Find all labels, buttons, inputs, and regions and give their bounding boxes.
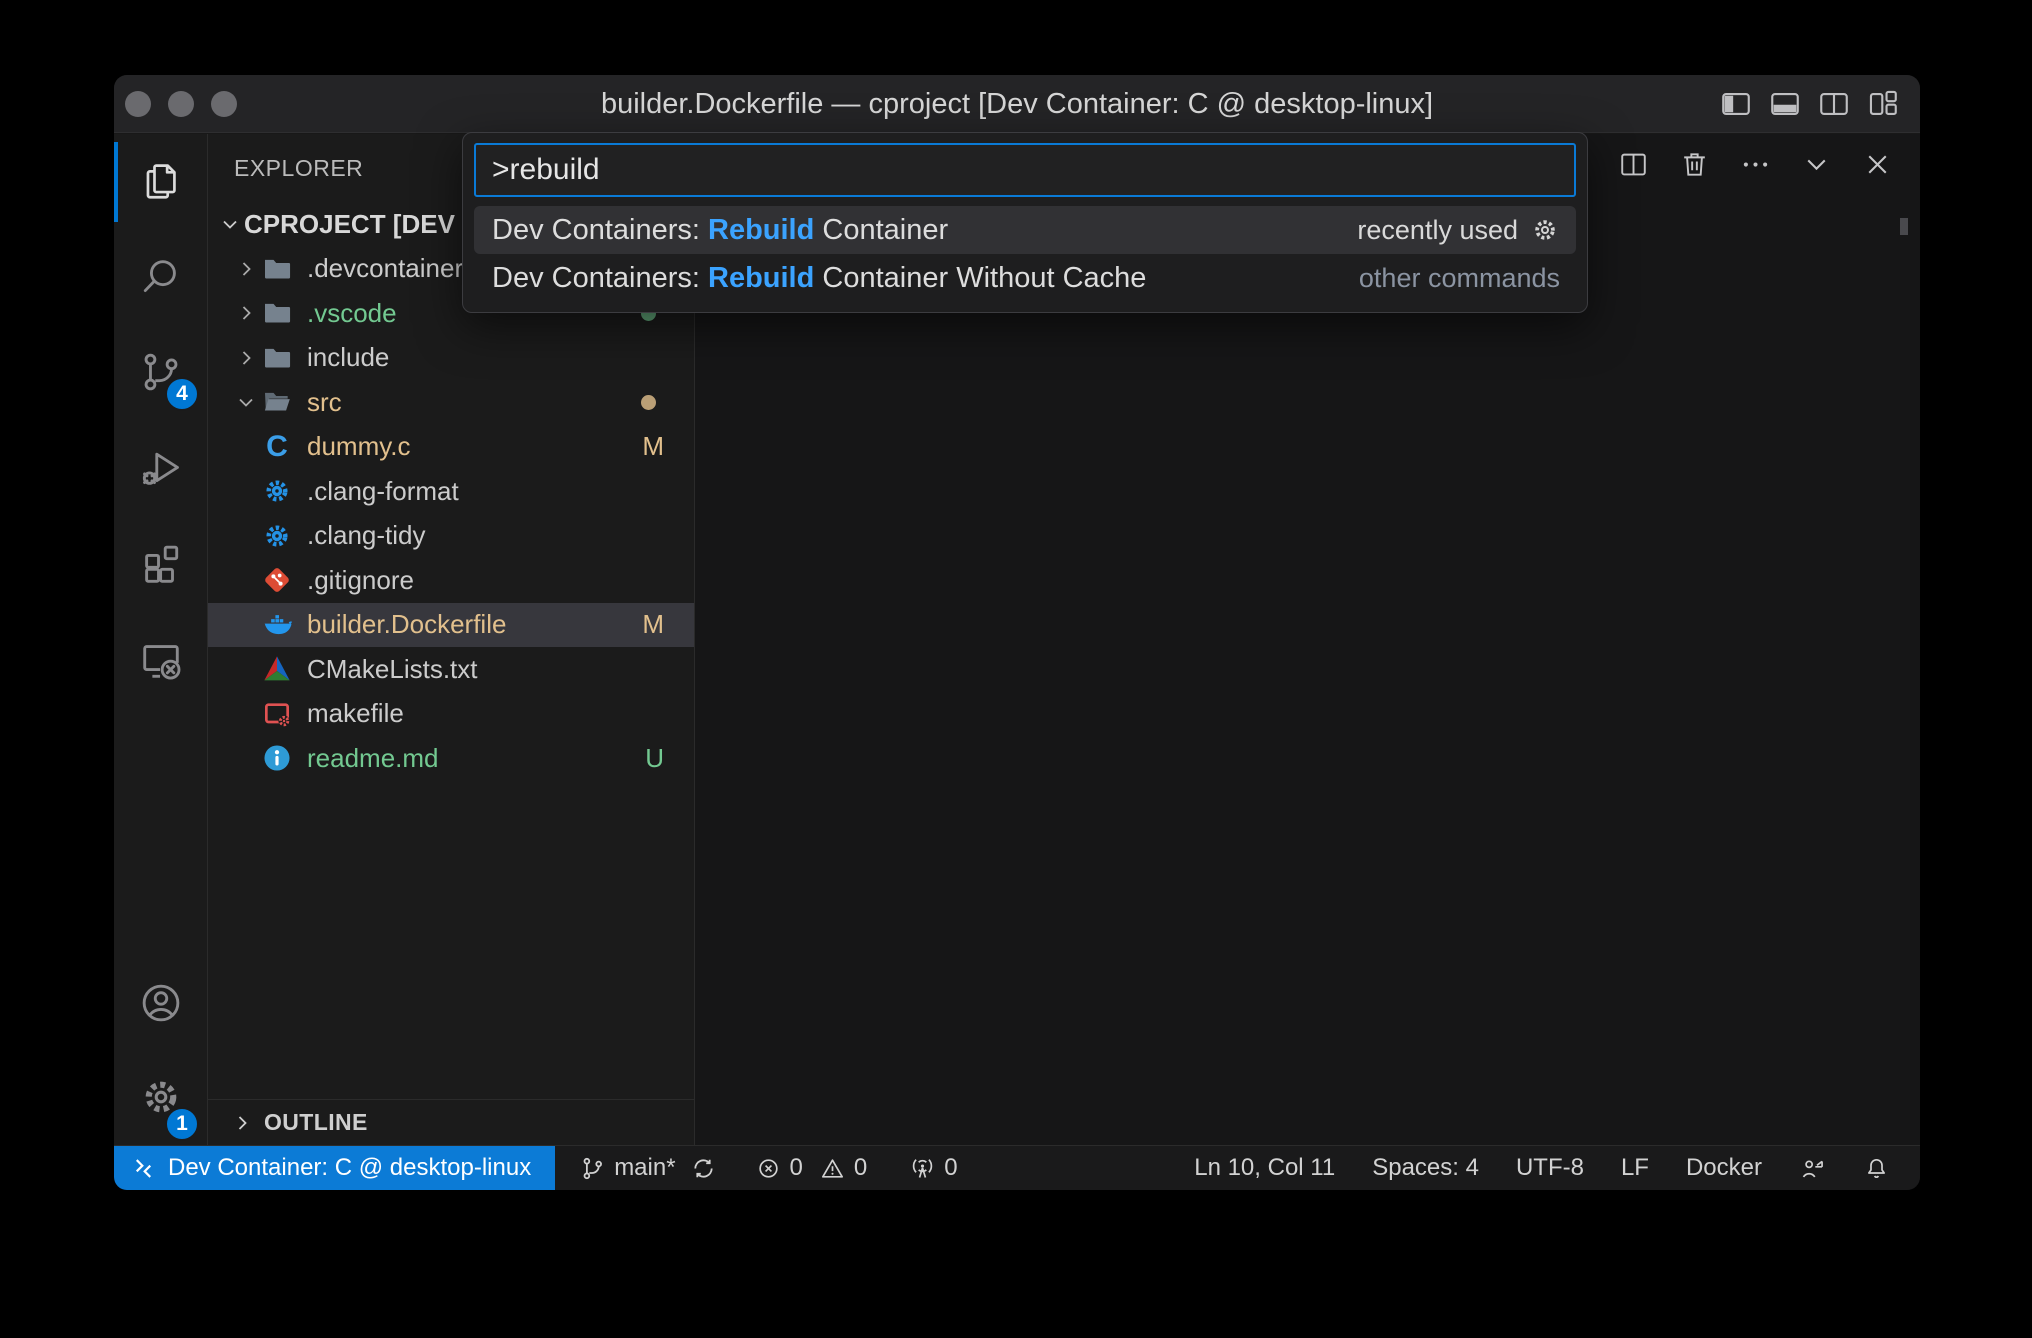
toggle-sidebar-icon[interactable] [1719, 87, 1753, 121]
command-meta: other commands [1359, 263, 1560, 294]
chevron-down-icon [232, 388, 260, 416]
branch-status[interactable]: main* [579, 1154, 716, 1182]
source-control-badge: 4 [165, 377, 199, 411]
warnings-icon [819, 1155, 846, 1182]
tree-item-makefile[interactable]: makefile [208, 692, 694, 737]
tree-item-src[interactable]: src [208, 380, 694, 425]
more-actions-icon[interactable] [1739, 148, 1772, 181]
tree-item-cmakelists[interactable]: CMakeLists.txt [208, 647, 694, 692]
c-file-icon: C [260, 430, 294, 464]
command-input[interactable] [476, 153, 1574, 187]
files-icon [138, 157, 184, 208]
chevron-right-icon [232, 255, 260, 283]
command-input-box[interactable] [474, 143, 1576, 197]
command-item-rebuild-container[interactable]: Dev Containers: Rebuild Container recent… [474, 206, 1576, 254]
cursor-position[interactable]: Ln 10, Col 11 [1194, 1154, 1335, 1182]
chevron-down-icon [216, 210, 244, 238]
gear-file-icon [260, 519, 294, 553]
panel-scrollbar[interactable] [1900, 218, 1908, 235]
active-indicator [114, 142, 118, 222]
account-icon [138, 980, 184, 1031]
chevron-right-icon [232, 299, 260, 327]
activity-bar: 4 [114, 134, 208, 1145]
tree-item-clang-format[interactable]: .clang-format [208, 469, 694, 514]
remote-explorer-icon [138, 637, 184, 688]
feedback-icon[interactable] [1799, 1155, 1826, 1182]
sidebar-item-search[interactable] [114, 230, 207, 326]
sidebar-item-source-control[interactable]: 4 [114, 326, 207, 422]
ports-status[interactable]: 0 [909, 1154, 957, 1182]
remote-indicator[interactable]: Dev Container: C @ desktop-linux [114, 1146, 555, 1190]
git-modified-badge: M [642, 609, 664, 640]
indentation[interactable]: Spaces: 4 [1372, 1154, 1479, 1182]
command-palette: Dev Containers: Rebuild Container recent… [462, 132, 1588, 313]
toggle-panel-icon[interactable] [1768, 87, 1802, 121]
git-untracked-badge: U [645, 743, 664, 774]
sidebar-item-explorer[interactable] [114, 134, 207, 230]
kill-terminal-icon[interactable] [1678, 148, 1711, 181]
folder-icon [260, 252, 294, 286]
configure-gear-icon[interactable] [1530, 215, 1560, 245]
language-mode[interactable]: Docker [1686, 1154, 1762, 1182]
radio-tower-icon [909, 1155, 936, 1182]
errors-icon [755, 1155, 782, 1182]
accounts-button[interactable] [114, 957, 207, 1053]
settings-button[interactable]: 1 [114, 1053, 207, 1145]
tree-item-include[interactable]: include [208, 336, 694, 381]
folder-open-icon [260, 385, 294, 419]
close-panel-icon[interactable] [1861, 148, 1894, 181]
eol[interactable]: LF [1621, 1154, 1649, 1182]
remote-icon [130, 1155, 157, 1182]
title-bar: builder.Dockerfile — cproject [Dev Conta… [114, 75, 1920, 133]
vscode-window: builder.Dockerfile — cproject [Dev Conta… [114, 75, 1920, 1190]
customize-layout-icon[interactable] [1866, 87, 1900, 121]
settings-badge: 1 [165, 1107, 199, 1141]
sync-icon [690, 1155, 717, 1182]
problems-status[interactable]: 0 0 [755, 1154, 868, 1182]
sidebar-item-extensions[interactable] [114, 518, 207, 614]
window-title: builder.Dockerfile — cproject [Dev Conta… [114, 75, 1920, 133]
debug-icon [138, 445, 184, 496]
outline-section[interactable]: OUTLINE [208, 1099, 694, 1145]
git-branch-icon [579, 1155, 606, 1182]
cmake-icon [260, 652, 294, 686]
git-file-icon [260, 563, 294, 597]
tree-item-clang-tidy[interactable]: .clang-tidy [208, 514, 694, 559]
makefile-icon [260, 697, 294, 731]
search-icon [138, 253, 184, 304]
command-results: Dev Containers: Rebuild Container recent… [474, 206, 1576, 302]
encoding[interactable]: UTF-8 [1516, 1154, 1584, 1182]
folder-icon [260, 341, 294, 375]
restore-panel-icon[interactable] [1800, 148, 1833, 181]
extensions-icon [138, 541, 184, 592]
tree-item-readme[interactable]: readme.md U [208, 736, 694, 781]
chevron-right-icon [230, 1111, 254, 1135]
git-modified-badge: M [642, 431, 664, 462]
command-meta: recently used [1357, 215, 1518, 246]
chevron-right-icon [232, 344, 260, 372]
tree-item-dummy-c[interactable]: C dummy.c M [208, 425, 694, 470]
sidebar-item-remote-explorer[interactable] [114, 614, 207, 710]
command-item-rebuild-without-cache[interactable]: Dev Containers: Rebuild Container Withou… [474, 254, 1576, 302]
toggle-secondary-sidebar-icon[interactable] [1817, 87, 1851, 121]
split-terminal-icon[interactable] [1617, 148, 1650, 181]
folder-icon [260, 296, 294, 330]
status-bar: Dev Container: C @ desktop-linux main* 0… [114, 1145, 1920, 1190]
info-icon [260, 741, 294, 775]
git-status-dot [641, 395, 656, 410]
gear-file-icon [260, 474, 294, 508]
tree-item-builder-dockerfile[interactable]: builder.Dockerfile M [208, 603, 694, 648]
sidebar-item-run-debug[interactable] [114, 422, 207, 518]
tree-item-gitignore[interactable]: .gitignore [208, 558, 694, 603]
docker-icon [260, 608, 294, 642]
bell-icon[interactable] [1863, 1155, 1890, 1182]
